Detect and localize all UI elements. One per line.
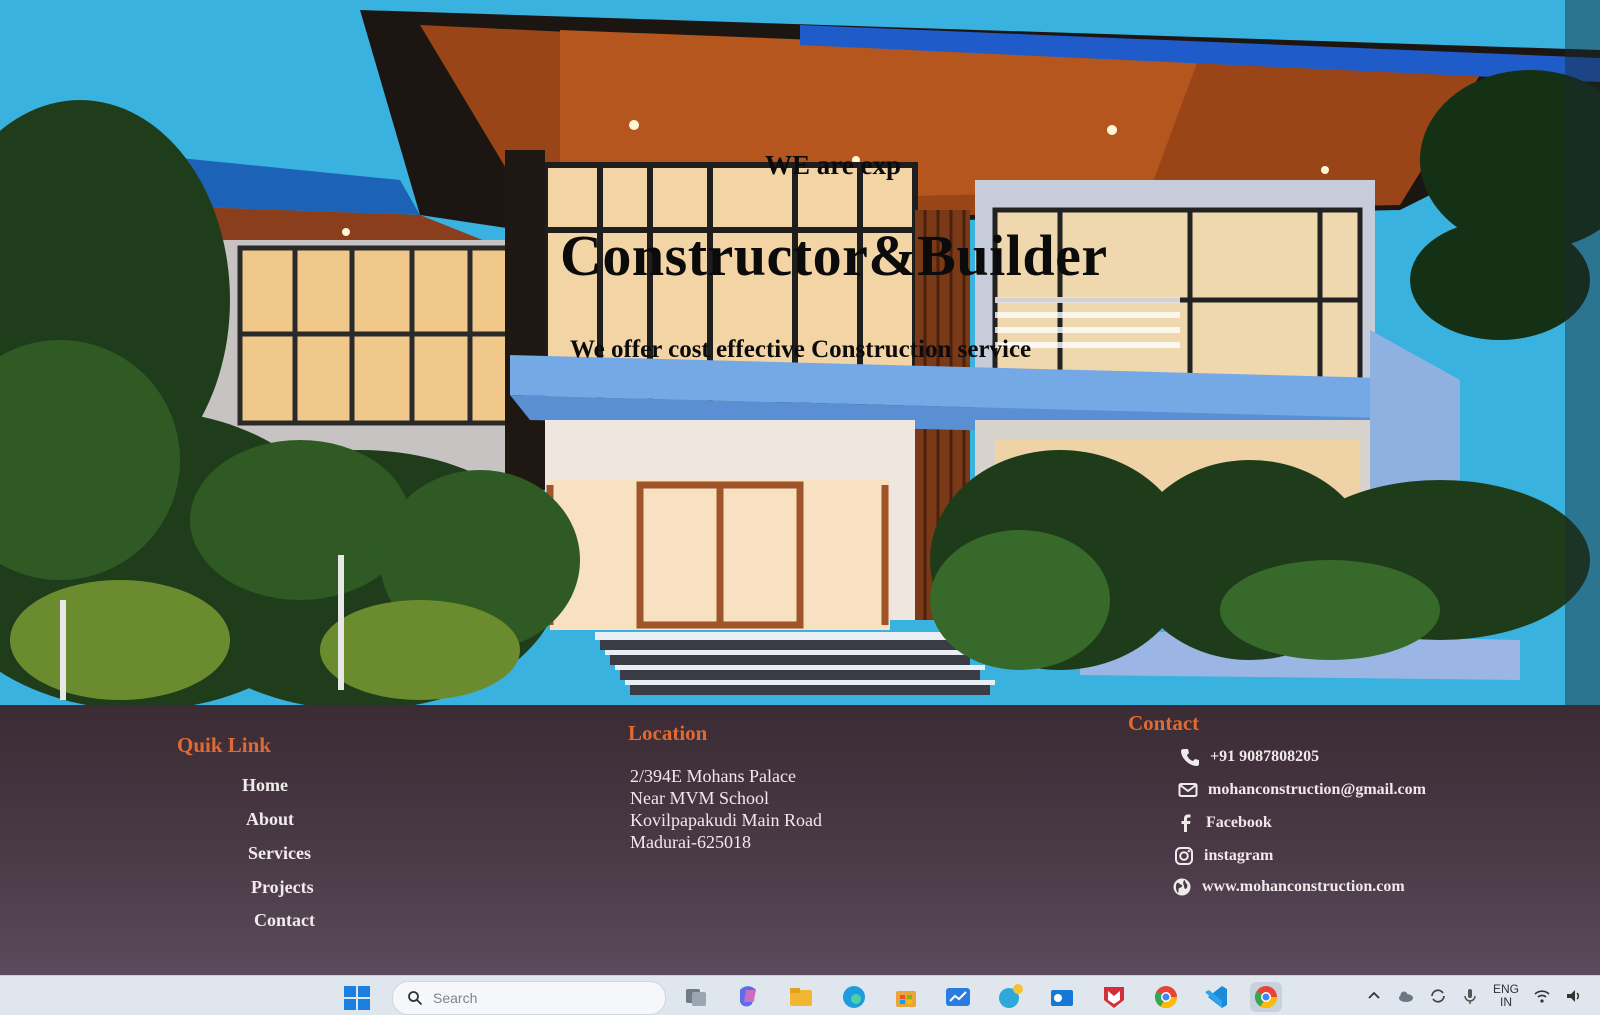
phone-number: +91 9087808205 — [1210, 748, 1320, 765]
hero-title: Constructor&Builder — [560, 223, 1108, 288]
instagram-link: instagram — [1204, 847, 1274, 864]
app-chart-icon[interactable] — [942, 982, 974, 1012]
hero-subtitle: We offer cost effective Construction ser… — [570, 336, 1032, 363]
globe-icon — [1172, 877, 1192, 897]
contact-email[interactable]: mohanconstruction@gmail.com — [1178, 780, 1426, 800]
footer-link-projects[interactable]: Projects — [251, 877, 314, 898]
search-icon — [407, 990, 423, 1006]
copilot-icon[interactable] — [732, 982, 764, 1012]
website-link: www.mohanconstruction.com — [1202, 878, 1405, 895]
mail-icon — [1178, 780, 1198, 800]
mcafee-icon[interactable] — [1098, 982, 1130, 1012]
hero-tagline: WE are exp — [765, 150, 901, 180]
microsoft-store-icon[interactable] — [890, 982, 922, 1012]
quik-link-heading: Quik Link — [177, 733, 271, 757]
footer-link-services[interactable]: Services — [248, 843, 311, 864]
windows-logo-icon — [344, 986, 370, 1010]
location-heading: Location — [628, 721, 708, 745]
windows-taskbar: Search ENG IN — [0, 975, 1600, 1015]
outlook-icon[interactable] — [1046, 982, 1078, 1012]
site-footer: Quik Link Home About Services Projects C… — [0, 705, 1600, 975]
facebook-icon — [1176, 813, 1196, 833]
region-code: IN — [1500, 995, 1512, 1009]
email-address: mohanconstruction@gmail.com — [1208, 781, 1426, 798]
cloud-icon[interactable] — [1397, 987, 1415, 1005]
file-explorer-icon[interactable] — [785, 982, 817, 1012]
footer-link-home[interactable]: Home — [242, 775, 288, 796]
footer-link-about[interactable]: About — [246, 809, 294, 830]
contact-instagram[interactable]: instagram — [1174, 846, 1273, 866]
wifi-icon[interactable] — [1533, 987, 1551, 1005]
search-placeholder: Search — [433, 990, 478, 1006]
facebook-link: Facebook — [1206, 814, 1272, 831]
instagram-icon — [1174, 846, 1194, 866]
chevron-up-icon[interactable] — [1365, 987, 1383, 1005]
task-view-icon[interactable] — [680, 982, 712, 1012]
chrome-active-icon[interactable] — [1250, 982, 1282, 1012]
hero-section: WE are exp Constructor&Builder We offer … — [0, 0, 1600, 705]
start-button[interactable] — [342, 984, 372, 1012]
contact-heading: Contact — [1128, 711, 1200, 735]
contact-facebook[interactable]: Facebook — [1176, 813, 1272, 833]
contact-website[interactable]: www.mohanconstruction.com — [1172, 877, 1405, 897]
browser-screen: WE are exp Constructor&Builder We offer … — [0, 0, 1600, 1015]
vscode-icon[interactable] — [1200, 982, 1232, 1012]
volume-icon[interactable] — [1565, 987, 1583, 1005]
taskbar-search[interactable]: Search — [392, 981, 666, 1015]
address-line: Near MVM School — [630, 788, 769, 808]
phone-icon — [1180, 747, 1200, 767]
app-globe-icon[interactable] — [994, 982, 1026, 1012]
footer-link-contact[interactable]: Contact — [254, 910, 315, 931]
language-indicator[interactable]: ENG IN — [1493, 983, 1519, 1009]
address-line: Kovilpapakudi Main Road — [630, 810, 822, 830]
location-address: 2/394E Mohans Palace Near MVM School Kov… — [630, 765, 822, 853]
chrome-icon[interactable] — [1150, 982, 1182, 1012]
contact-phone[interactable]: +91 9087808205 — [1180, 747, 1319, 767]
system-tray: ENG IN — [1365, 976, 1583, 1015]
address-line: 2/394E Mohans Palace — [630, 766, 796, 786]
edge-browser-icon[interactable] — [838, 982, 870, 1012]
sync-icon[interactable] — [1429, 987, 1447, 1005]
microphone-icon[interactable] — [1461, 987, 1479, 1005]
address-line: Madurai-625018 — [630, 832, 751, 852]
